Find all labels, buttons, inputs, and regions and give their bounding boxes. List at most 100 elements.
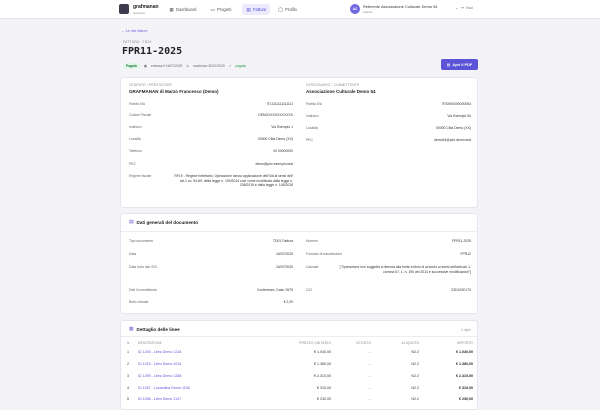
payment-status: pagata [235,63,246,68]
seller-label: Regime fiscale [129,174,152,178]
col-header: ALIQUOTA [401,341,419,345]
unit-price: € 2.310,00 [314,374,331,378]
general-label: Data invio allo SDI [129,265,157,269]
seller-heading: CEDENTE / PRESTATORE [129,83,172,87]
general-value: FPR12 [460,252,471,256]
buyer-label: Partita IVA [306,102,322,106]
line-description[interactable]: ID 1299 - Libro Demo 1288 [138,374,181,378]
emitted-date: emessa il 16/07/2025 [150,63,183,68]
unit-price: € 230,00 [317,397,331,401]
section-title: Dettaglio delle linee [136,327,180,332]
line-description[interactable]: ID 1267 - Locandina Demo 1136 [138,386,190,390]
logout-label: Esci [466,6,474,10]
line-total: € 230,00 [459,397,473,401]
row-number: 2 [127,362,129,366]
general-label: Causale [306,265,319,269]
back-link[interactable]: ← Le mie fatture [121,29,148,33]
open-pdf-label: Apri il PDF [452,62,473,67]
general-data-title: ▤ Dati generali del documento [129,220,198,225]
seller-value: 00 00000000 [273,149,293,153]
general-value: 16/07/2025 [276,252,293,256]
open-pdf-button[interactable]: ▤ Apri il PDF [441,59,478,70]
user-icon: ◯ [278,7,284,12]
app-logo[interactable] [119,4,129,14]
seller-value: DEMXXXXXXXXXXXX [258,113,293,117]
general-label: Numero [306,239,319,243]
discount: — [367,374,371,378]
chevron-down-icon[interactable]: ⌄ [455,5,458,10]
col-header: PREZZO UNITARIO [299,341,331,345]
unit-price: € 310,00 [317,386,331,390]
buyer-label: Località [306,126,318,130]
col-header: DESCRIZIONE [138,341,162,345]
buyer-heading: CESSIONARIO / COMMITTENTE [306,83,360,87]
divider [121,231,477,232]
dashboard-icon: ▦ [169,7,174,12]
discount: — [367,350,371,354]
logout-button[interactable]: ↦ Esci [461,6,473,10]
seller-name: GRAFMANAN di Marzo Francesco (Demo) [129,89,219,94]
avatar[interactable]: AC [350,4,360,14]
vat-rate: N2.2 [411,397,419,401]
buyer-label: PEC [306,138,313,142]
brand-subtitle: Gestione [133,10,146,15]
vat-rate: N2.2 [411,386,419,390]
general-label: CIG [306,288,313,292]
due-date: scadenza 30/07/2025 [193,63,225,68]
general-value: 16/07/2025 [276,265,293,269]
parties-card: CEDENTE / PRESTATORE GRAFMANAN di Marzo … [120,77,478,208]
row-count: 6 righe [461,328,471,332]
document-icon: ▤ [129,220,134,225]
general-value: Z3D100E170 [451,288,471,292]
buyer-value: demo54@pec.demo.test [434,138,471,142]
vat-rate: N2.2 [411,374,419,378]
causale-value: ["Operazione non soggetta a ritenuta all… [339,265,471,274]
invoice-meta: Pagata ▣ emessa il 16/07/2025 ◷ scadenza… [123,62,246,69]
nav-profilo[interactable]: ◯ Profilo [274,4,301,15]
general-value: FPR11-2025 [452,239,471,243]
user-name[interactable]: Referente Associazione Culturale Demo 54 [363,4,437,9]
lines-title: ▦ Dettaglio delle linee [129,327,180,332]
col-header: SCONTO [356,341,371,345]
seller-value: IT11111111111111 [266,102,293,106]
row-number: 4 [127,386,129,390]
nav-dashboard[interactable]: ▦ Dashboard [165,4,201,15]
line-description[interactable]: ID 1268 - Libro Demo 1137 [138,397,181,401]
buyer-value: IT00000000000054 [441,102,471,106]
line-description[interactable]: ID 1245 - Libro Demo 1218 [138,350,181,354]
fiscal-regime-value: RF19 - Regime forfettario. Operazione se… [174,174,293,188]
document-icon: ▤ [446,62,451,67]
nav-fatture[interactable]: ▤ Fatture [242,4,271,15]
col-header: IMPORTO [456,341,473,345]
calendar-icon: ▣ [143,63,147,68]
nav-progetti[interactable]: ▭ Progetti [206,4,235,15]
row-number: 1 [127,350,129,354]
row-number: 5 [127,397,129,401]
check-icon: ✓ [228,63,232,68]
line-description[interactable]: ID 1015 - Libro Demo 1014 [138,362,181,366]
nav-label: Progetti [217,7,232,12]
unit-price: € 1.380,00 [314,362,331,366]
buyer-value: 00000 Città Demo (XX) [435,126,471,130]
discount: — [367,386,371,390]
clock-icon: ◷ [186,63,190,68]
seller-label: Località [129,137,141,141]
top-bar: grafmanan Gestione ▦ Dashboard ▭ Progett… [0,0,600,19]
col-header: N. [127,341,131,345]
discount: — [367,397,371,401]
page-title: FPR11-2025 [122,46,183,57]
user-role: Cliente [363,10,373,14]
general-label: Data [129,252,137,256]
general-value: Conferenze, Data: 0575 [256,288,293,292]
general-label: Tipo documento [129,239,154,243]
brand-name: grafmanan [133,4,159,10]
discount: — [367,362,371,366]
status-badge: Pagata [123,62,140,69]
line-total: € 310,00 [459,386,473,390]
invoice-icon: ▤ [246,7,251,12]
line-total: € 1.380,00 [456,362,473,366]
buyer-label: Indirizzo [306,114,319,118]
seller-label: PEC [129,162,136,166]
folder-icon: ▭ [210,7,215,12]
seller-label: Codice Fiscale [129,113,152,117]
